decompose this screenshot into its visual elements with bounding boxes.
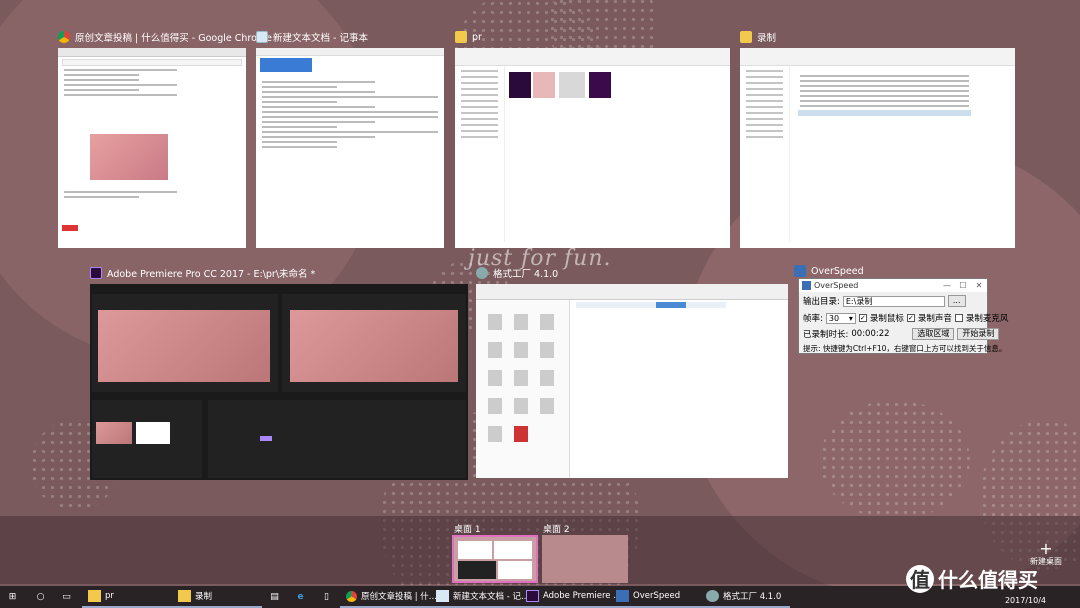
elapsed-label: 已录制时长: [803,330,849,340]
formatfactory-icon [476,267,488,279]
task-view-icon: ▭ [62,592,71,602]
elapsed-value: 00:00:22 [851,329,890,339]
desktop-1-thumbnail[interactable] [452,535,538,583]
taskbar-item-overspeed[interactable]: OverSpeed [610,586,700,608]
folder-icon [88,590,101,602]
record-cursor-label: 录制鼠标 [869,314,904,324]
folder-icon [178,590,191,602]
taskbar-item-label: 录制 [195,592,213,602]
record-audio-label: 录制声音 [917,314,952,324]
premiere-icon [526,590,539,602]
premiere-icon [90,267,102,279]
plus-icon: + [1039,539,1053,558]
taskbar-file[interactable]: ▯ [314,586,340,608]
window-notepad[interactable]: 新建文本文档 - 记事本 [256,31,444,248]
window-title: 录制 [757,33,777,44]
start-button[interactable]: ⊞ [0,586,28,608]
window-explorer-recording[interactable]: 录制 [740,31,1015,248]
window-thumbnail [58,48,246,248]
watermark-logo-icon: 值 [906,564,934,593]
overspeed-icon [794,265,806,277]
window-thumbnail [740,48,1015,248]
window-title: 格式工厂 4.1.0 [493,269,559,280]
browse-button[interactable]: ... [947,295,966,307]
folder-icon [740,31,752,43]
overspeed-icon [802,281,811,290]
desktop-2-thumbnail[interactable] [542,535,628,583]
notepad-icon [436,590,449,602]
taskbar-item-recording[interactable]: 录制 [172,586,262,608]
chrome-icon [58,31,70,43]
desktop-2-label: 桌面 2 [543,525,570,535]
select-area-button[interactable]: 选取区域 [912,328,955,340]
watermark-text: 什么值得买 [938,568,1038,592]
search-button[interactable]: ○ [28,586,54,608]
taskbar-item-pr[interactable]: pr [82,586,172,608]
tip-text: 提示: 快捷键为Ctrl+F10，右键窗口上方可以找到关于信息。 [803,344,1007,353]
store-icon: ▤ [270,592,279,602]
close-icon[interactable]: ✕ [971,281,987,290]
record-audio-checkbox[interactable]: ✓ [906,314,915,322]
window-chrome[interactable]: 原创文章投稿 | 什么值得买 - Google Chrome [58,31,272,248]
formatfactory-icon [706,590,719,602]
overspeed-window[interactable]: OverSpeed — ☐ ✕ 输出目录: E:\录制 ... 帧率: 30 ▾ … [798,278,1008,354]
window-thumbnail [476,284,788,478]
window-formatfactory[interactable]: 格式工厂 4.1.0 [476,267,788,478]
taskbar-item-chrome[interactable]: 原创文章投稿 | 什... [340,586,437,608]
taskbar-edge[interactable]: e [288,586,314,608]
window-explorer-pr[interactable]: pr [455,31,730,248]
document-icon: ▯ [324,592,329,602]
window-title: 原创文章投稿 | 什么值得买 - Google Chrome [75,33,272,44]
maximize-icon[interactable]: ☐ [955,281,971,290]
record-cursor-checkbox[interactable]: ✓ [858,314,867,322]
clock-date: 2017/10/4 [1004,596,1046,605]
window-overspeed-label: OverSpeed [794,265,864,283]
task-view-button[interactable]: ▭ [54,586,82,608]
fps-label: 帧率: [803,314,823,324]
start-recording-button[interactable]: 开始录制 [957,328,1000,340]
cortana-icon: ○ [36,592,45,602]
overspeed-icon [616,590,629,602]
taskbar-item-label: 新建文本文档 - 记... [453,592,530,602]
taskbar-store[interactable]: ▤ [262,586,288,608]
desktop-1-label: 桌面 1 [454,525,481,535]
window-title: pr [472,31,482,43]
windows-logo-icon: ⊞ [8,592,17,602]
output-dir-label: 输出目录: [803,297,840,307]
window-thumbnail [256,48,444,248]
window-title: OverSpeed [811,265,864,277]
taskbar-item-premiere[interactable]: Adobe Premiere ... [520,586,621,608]
chevron-down-icon: ▾ [848,313,853,323]
window-premiere[interactable]: Adobe Premiere Pro CC 2017 - E:\pr\未命名 * [90,267,468,480]
output-dir-input[interactable]: E:\录制 [842,295,945,307]
taskbar-item-label: pr [105,591,114,601]
taskbar-item-formatfactory[interactable]: 格式工厂 4.1.0 [700,586,790,608]
record-mic-label: 录制麦克风 [965,314,1009,324]
edge-icon: e [297,592,304,602]
taskbar-item-label: 原创文章投稿 | 什... [361,592,437,602]
window-thumbnail [90,284,468,480]
window-thumbnail [455,48,730,248]
site-watermark: 值 什么值得买 [906,564,1038,593]
notepad-icon [256,31,268,43]
overspeed-title: OverSpeed [814,281,859,290]
taskbar-item-label: OverSpeed [633,591,681,601]
fps-select[interactable]: 30 ▾ [825,312,856,324]
taskbar-item-label: 格式工厂 4.1.0 [723,592,782,602]
taskbar-item-notepad[interactable]: 新建文本文档 - 记... [430,586,529,608]
chrome-icon [346,590,357,602]
window-title: Adobe Premiere Pro CC 2017 - E:\pr\未命名 * [107,269,316,280]
minimize-icon[interactable]: — [939,281,955,290]
record-mic-checkbox[interactable] [954,314,963,322]
folder-icon [455,31,467,43]
fps-value: 30 [828,313,840,323]
window-title: 新建文本文档 - 记事本 [273,33,368,44]
